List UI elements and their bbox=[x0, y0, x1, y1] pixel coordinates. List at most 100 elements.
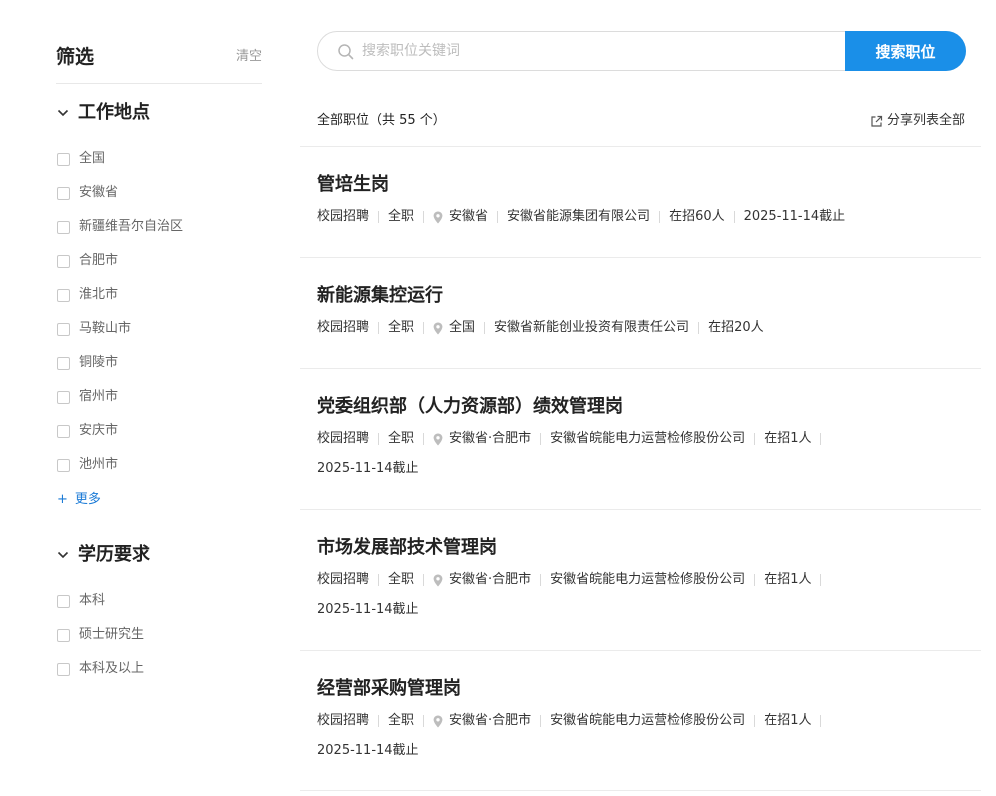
location-option[interactable]: 马鞍山市 bbox=[57, 320, 131, 338]
share-list-button[interactable]: 分享列表全部 bbox=[870, 112, 965, 130]
job-title[interactable]: 经营部采购管理岗 bbox=[317, 677, 967, 701]
location-option[interactable]: 全国 bbox=[57, 150, 105, 168]
job-nature: 全职 bbox=[388, 572, 415, 587]
education-section-title: 学历要求 bbox=[78, 544, 150, 565]
location-option-label: 安徽省 bbox=[79, 185, 119, 200]
education-option[interactable]: 硕士研究生 bbox=[57, 626, 144, 644]
location-option-label: 池州市 bbox=[79, 457, 119, 472]
job-type: 校园招聘 bbox=[317, 713, 370, 728]
job-card[interactable]: 新能源集控运行 校园招聘 全职 全国 安徽省新能创业投资有限责任公司 在招20人 bbox=[317, 284, 967, 337]
job-type: 校园招聘 bbox=[317, 320, 370, 335]
job-location: 全国 bbox=[433, 319, 475, 337]
job-meta: 校园招聘 全职 安徽省 安徽省能源集团有限公司 在招60人 2025-11-14… bbox=[317, 208, 967, 226]
education-option[interactable]: 本科 bbox=[57, 592, 105, 610]
location-option[interactable]: 宿州市 bbox=[57, 388, 118, 406]
job-title[interactable]: 市场发展部技术管理岗 bbox=[317, 536, 967, 560]
job-location-text: 安徽省 bbox=[449, 209, 489, 224]
checkbox[interactable] bbox=[57, 662, 70, 676]
divider bbox=[300, 257, 981, 258]
job-company: 安徽省能源集团有限公司 bbox=[507, 209, 651, 224]
checkbox[interactable] bbox=[57, 220, 70, 234]
location-option-label: 淮北市 bbox=[79, 287, 119, 302]
clear-filters-button[interactable]: 清空 bbox=[236, 48, 262, 66]
job-card[interactable]: 经营部采购管理岗 校园招聘 全职 安徽省·合肥市 安徽省皖能电力运营检修股份公司… bbox=[317, 677, 967, 760]
education-section-toggle[interactable]: 学历要求 bbox=[56, 542, 150, 568]
job-company: 安徽省皖能电力运营检修股份公司 bbox=[550, 713, 746, 728]
location-option[interactable]: 安徽省 bbox=[57, 184, 118, 202]
separator bbox=[754, 433, 756, 445]
job-headcount: 在招1人 bbox=[764, 431, 812, 446]
location-option-label: 安庆市 bbox=[79, 423, 119, 438]
job-card[interactable]: 党委组织部（人力资源部）绩效管理岗 校园招聘 全职 安徽省·合肥市 安徽省皖能电… bbox=[317, 395, 967, 478]
separator bbox=[820, 715, 822, 727]
location-option[interactable]: 合肥市 bbox=[57, 252, 118, 270]
job-meta: 校园招聘 全职 安徽省·合肥市 安徽省皖能电力运营检修股份公司 在招1人 bbox=[317, 571, 967, 589]
location-option[interactable]: 安庆市 bbox=[57, 422, 118, 440]
job-location-text: 安徽省·合肥市 bbox=[449, 431, 532, 446]
job-deadline: 2025-11-14截止 bbox=[317, 602, 419, 617]
separator bbox=[378, 322, 380, 334]
location-option[interactable]: 新疆维吾尔自治区 bbox=[57, 218, 183, 236]
separator bbox=[423, 433, 425, 445]
job-headcount: 在招60人 bbox=[669, 209, 725, 224]
location-option-label: 铜陵市 bbox=[79, 355, 119, 370]
checkbox[interactable] bbox=[57, 356, 70, 370]
checkbox[interactable] bbox=[57, 152, 70, 166]
job-nature: 全职 bbox=[388, 431, 415, 446]
job-location: 安徽省 bbox=[433, 208, 488, 226]
checkbox[interactable] bbox=[57, 458, 70, 472]
location-pin-icon bbox=[433, 574, 443, 587]
more-locations-button[interactable]: + 更多 bbox=[57, 491, 101, 509]
filter-title: 筛选 bbox=[56, 46, 95, 68]
job-deadline: 2025-11-14截止 bbox=[317, 461, 419, 476]
education-option[interactable]: 本科及以上 bbox=[57, 660, 144, 678]
checkbox[interactable] bbox=[57, 288, 70, 302]
job-nature: 全职 bbox=[388, 209, 415, 224]
job-type: 校园招聘 bbox=[317, 209, 370, 224]
location-section-toggle[interactable]: 工作地点 bbox=[56, 100, 150, 126]
checkbox[interactable] bbox=[57, 322, 70, 336]
separator bbox=[754, 574, 756, 586]
job-location: 安徽省·合肥市 bbox=[433, 430, 531, 448]
divider bbox=[300, 146, 981, 147]
job-title[interactable]: 党委组织部（人力资源部）绩效管理岗 bbox=[317, 395, 967, 419]
location-option[interactable]: 淮北市 bbox=[57, 286, 118, 304]
job-card[interactable]: 管培生岗 校园招聘 全职 安徽省 安徽省能源集团有限公司 在招60人 2025-… bbox=[317, 173, 967, 226]
job-location: 安徽省·合肥市 bbox=[433, 712, 531, 730]
separator bbox=[423, 211, 425, 223]
checkbox[interactable] bbox=[57, 186, 70, 200]
checkbox[interactable] bbox=[57, 594, 70, 608]
separator bbox=[540, 574, 542, 586]
separator bbox=[698, 322, 700, 334]
checkbox[interactable] bbox=[57, 390, 70, 404]
job-location-text: 全国 bbox=[449, 320, 476, 335]
separator bbox=[754, 715, 756, 727]
job-title[interactable]: 管培生岗 bbox=[317, 173, 967, 197]
more-label: 更多 bbox=[74, 492, 101, 507]
share-label: 分享列表全部 bbox=[886, 113, 965, 128]
result-count: 全部职位（共 55 个） bbox=[317, 113, 446, 128]
divider bbox=[300, 509, 981, 510]
location-pin-icon bbox=[433, 211, 443, 224]
checkbox[interactable] bbox=[57, 628, 70, 642]
checkbox[interactable] bbox=[57, 254, 70, 268]
separator bbox=[820, 433, 822, 445]
job-location-text: 安徽省·合肥市 bbox=[449, 713, 532, 728]
location-option-label: 宿州市 bbox=[79, 389, 119, 404]
chevron-down-icon bbox=[56, 548, 70, 562]
search-input[interactable] bbox=[362, 37, 832, 65]
checkbox[interactable] bbox=[57, 424, 70, 438]
job-deadline: 2025-11-14截止 bbox=[743, 209, 846, 224]
separator bbox=[540, 715, 542, 727]
job-card[interactable]: 市场发展部技术管理岗 校园招聘 全职 安徽省·合肥市 安徽省皖能电力运营检修股份… bbox=[317, 536, 967, 619]
location-option[interactable]: 池州市 bbox=[57, 456, 118, 474]
separator bbox=[378, 433, 380, 445]
chevron-down-icon bbox=[56, 106, 70, 120]
job-location-text: 安徽省·合肥市 bbox=[449, 572, 532, 587]
search-button[interactable]: 搜索职位 bbox=[845, 31, 966, 71]
location-option[interactable]: 铜陵市 bbox=[57, 354, 118, 372]
separator bbox=[484, 322, 486, 334]
job-title[interactable]: 新能源集控运行 bbox=[317, 284, 967, 308]
job-headcount: 在招1人 bbox=[764, 572, 812, 587]
separator bbox=[659, 211, 661, 223]
